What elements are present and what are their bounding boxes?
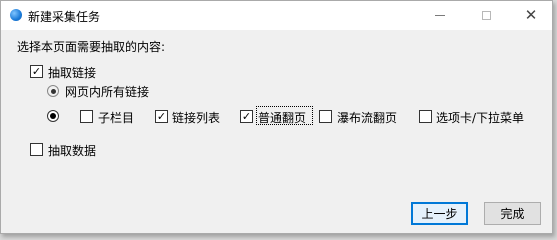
extract-links-label[interactable]: 抽取链接 xyxy=(48,64,96,81)
normal-paging-label[interactable]: 普通翻页 xyxy=(258,109,306,126)
all-links-radio[interactable] xyxy=(47,85,59,97)
maximize-button[interactable] xyxy=(463,1,509,30)
radio-selected-dot xyxy=(50,113,56,119)
subcolumn-checkbox[interactable] xyxy=(80,110,93,123)
check-icon: ✓ xyxy=(241,110,252,123)
custom-options-radio[interactable] xyxy=(47,110,59,122)
check-icon: ✓ xyxy=(31,65,42,78)
title-bar: 新建采集任务 ✕ xyxy=(1,1,552,30)
link-list-checkbox[interactable]: ✓ xyxy=(155,110,168,123)
extract-data-label[interactable]: 抽取数据 xyxy=(48,142,96,159)
link-list-label[interactable]: 链接列表 xyxy=(172,109,220,126)
minimize-button[interactable] xyxy=(417,1,463,30)
finish-button[interactable]: 完成 xyxy=(484,202,541,225)
waterfall-paging-checkbox[interactable] xyxy=(319,110,332,123)
extract-data-checkbox[interactable] xyxy=(30,143,43,156)
close-button[interactable]: ✕ xyxy=(508,1,554,30)
minimize-icon xyxy=(435,15,445,16)
prev-step-button[interactable]: 上一步 xyxy=(411,202,468,225)
prompt-label: 选择本页面需要抽取的内容: xyxy=(17,40,166,54)
subcolumn-label[interactable]: 子栏目 xyxy=(98,109,134,126)
tab-dropdown-label[interactable]: 选项卡/下拉菜单 xyxy=(436,109,524,126)
close-icon: ✕ xyxy=(524,6,538,24)
all-links-label[interactable]: 网页内所有链接 xyxy=(65,83,149,100)
dialog-window: 新建采集任务 ✕ 选择本页面需要抽取的内容: ✓ 抽取链接 网页内所有链接 子栏… xyxy=(0,0,553,234)
check-icon: ✓ xyxy=(156,110,167,123)
maximize-icon xyxy=(481,11,491,20)
app-icon xyxy=(10,9,22,21)
waterfall-paging-label[interactable]: 瀑布流翻页 xyxy=(337,109,397,126)
extract-links-checkbox[interactable]: ✓ xyxy=(30,65,43,78)
tab-dropdown-checkbox[interactable] xyxy=(419,110,432,123)
window-title: 新建采集任务 xyxy=(28,10,101,24)
normal-paging-checkbox[interactable]: ✓ xyxy=(240,110,253,123)
